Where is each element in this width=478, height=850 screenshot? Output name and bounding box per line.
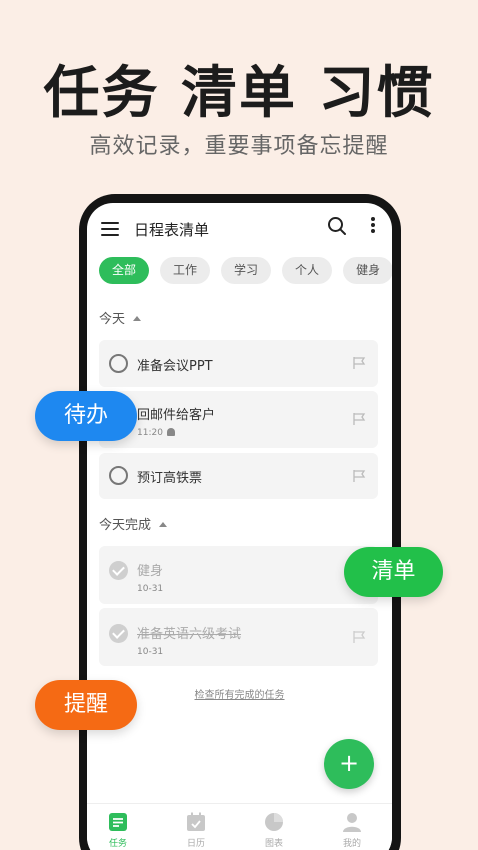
- tab-tasks[interactable]: 任务: [88, 812, 148, 849]
- search-icon[interactable]: [327, 216, 347, 236]
- tab-charts-label: 图表: [264, 839, 283, 849]
- section-today-done-label: 今天完成: [99, 518, 152, 533]
- tab-profile[interactable]: 我的: [322, 812, 382, 849]
- collapse-caret-icon: [133, 316, 142, 321]
- hero-title: 任务 清单 习惯: [43, 61, 435, 126]
- task-card-done[interactable]: 准备英语六级考试 10-31: [99, 608, 378, 666]
- section-today[interactable]: 今天: [99, 308, 142, 327]
- section-today-label: 今天: [99, 312, 126, 327]
- task-checkbox[interactable]: [109, 466, 128, 485]
- hero-subtitle: 高效记录，重要事项备忘提醒: [89, 134, 389, 159]
- tab-calendar[interactable]: 日历: [166, 812, 226, 849]
- tab-profile-label: 我的: [342, 839, 361, 849]
- badge-todo: 待办: [35, 391, 137, 441]
- task-card[interactable]: 预订高铁票: [99, 453, 378, 499]
- menu-icon[interactable]: [101, 222, 119, 236]
- app-title: 日程表清单: [134, 221, 210, 239]
- task-checkbox-checked[interactable]: [109, 624, 128, 643]
- collapse-caret-icon: [159, 522, 168, 527]
- app-screen: 日程表清单 全部 工作 学习 个人 健身 今天 准备会议PPT 回邮件给客户 11:20…: [87, 203, 392, 850]
- task-title: 准备会议PPT: [137, 359, 213, 374]
- task-title: 回邮件给客户: [137, 408, 216, 423]
- filter-chips: 全部 工作 学习 个人 健身: [99, 257, 392, 285]
- tab-calendar-label: 日历: [186, 839, 205, 849]
- flag-icon[interactable]: [352, 412, 366, 426]
- task-icon: [109, 813, 127, 831]
- chip-work[interactable]: 工作: [160, 257, 211, 284]
- profile-icon: [343, 813, 361, 832]
- flag-icon[interactable]: [352, 469, 366, 483]
- flag-icon[interactable]: [352, 630, 366, 644]
- task-title: 准备英语六级考试: [137, 627, 242, 642]
- task-date: 10-31: [137, 584, 164, 594]
- chip-study[interactable]: 学习: [221, 257, 272, 284]
- task-card-done[interactable]: 健身 10-31: [99, 546, 378, 604]
- tab-tasks-label: 任务: [108, 839, 127, 849]
- bottom-tab-bar: 任务 日历 图表 我的: [87, 803, 392, 850]
- chip-fitness[interactable]: 健身: [343, 257, 392, 284]
- badge-remind: 提醒: [35, 680, 137, 730]
- task-checkbox-checked[interactable]: [109, 561, 128, 580]
- pie-chart-icon: [265, 813, 283, 831]
- top-bar: 日程表清单: [87, 203, 392, 253]
- task-card[interactable]: 准备会议PPT: [99, 340, 378, 387]
- calendar-icon: [187, 812, 205, 831]
- chip-all[interactable]: 全部: [99, 257, 150, 284]
- add-task-button[interactable]: +: [324, 739, 374, 789]
- tab-charts[interactable]: 图表: [244, 812, 304, 849]
- task-title: 健身: [137, 564, 164, 579]
- task-card[interactable]: 回邮件给客户 11:20: [99, 391, 378, 448]
- section-today-done[interactable]: 今天完成: [99, 514, 168, 533]
- task-title: 预订高铁票: [137, 471, 203, 486]
- chip-personal[interactable]: 个人: [282, 257, 333, 284]
- task-date: 10-31: [137, 647, 164, 657]
- task-checkbox[interactable]: [109, 354, 128, 373]
- more-vertical-icon[interactable]: [370, 217, 376, 235]
- flag-icon[interactable]: [352, 356, 366, 370]
- task-time: 11:20: [137, 428, 175, 438]
- task-time-text: 11:20: [137, 428, 163, 438]
- bell-icon: [166, 428, 175, 436]
- badge-list: 清单: [344, 547, 443, 597]
